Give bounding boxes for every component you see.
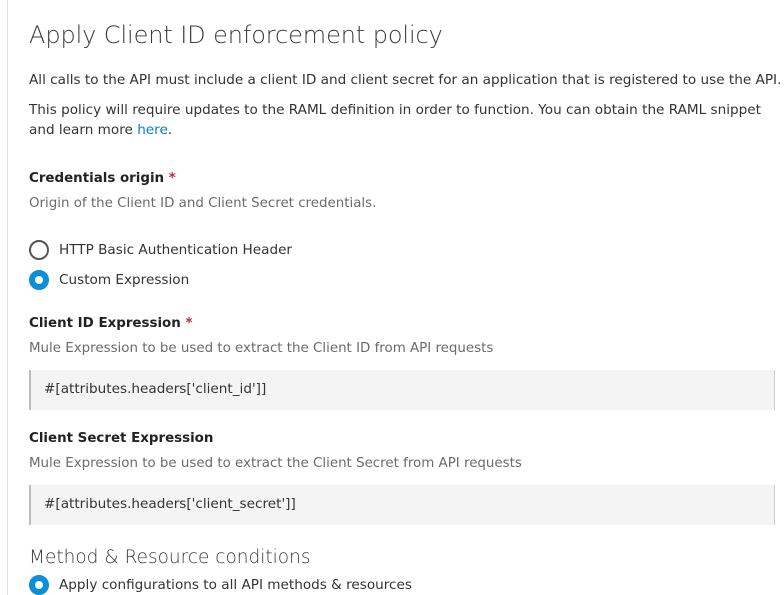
- raml-note-period: .: [167, 122, 173, 138]
- method-resource-conditions-title: Method & Resource conditions: [29, 547, 311, 568]
- policy-config-panel: Apply Client ID enforcement policy All c…: [0, 0, 784, 595]
- panel-left-border: [7, 0, 8, 595]
- client-id-expression-label-text: Client ID Expression: [29, 316, 181, 331]
- radio-unchecked-icon[interactable]: [29, 240, 49, 260]
- radio-http-basic-auth-label: HTTP Basic Authentication Header: [59, 242, 293, 258]
- required-indicator: *: [168, 171, 176, 186]
- radio-http-basic-auth[interactable]: HTTP Basic Authentication Header: [29, 240, 292, 260]
- radio-apply-all-methods-label: Apply configurations to all API methods …: [59, 577, 412, 593]
- credentials-origin-help: Origin of the Client ID and Client Secre…: [29, 196, 377, 211]
- radio-checked-icon[interactable]: [29, 575, 49, 595]
- page-title: Apply Client ID enforcement policy: [29, 21, 443, 49]
- radio-apply-all-methods[interactable]: Apply configurations to all API methods …: [29, 575, 412, 595]
- radio-custom-expression[interactable]: Custom Expression: [29, 270, 189, 290]
- raml-note: This policy will require updates to the …: [29, 100, 779, 140]
- client-id-expression-label: Client ID Expression *: [29, 316, 192, 331]
- client-id-expression-help: Mule Expression to be used to extract th…: [29, 341, 494, 356]
- client-secret-expression-label: Client Secret Expression: [29, 431, 214, 446]
- radio-checked-icon[interactable]: [29, 270, 49, 290]
- client-secret-expression-help: Mule Expression to be used to extract th…: [29, 456, 522, 471]
- client-secret-expression-input[interactable]: #[attributes.headers['client_secret']]: [29, 485, 775, 525]
- radio-custom-expression-label: Custom Expression: [59, 272, 190, 288]
- credentials-origin-label-text: Credentials origin: [29, 171, 165, 186]
- raml-snippet-link[interactable]: here: [137, 122, 168, 138]
- client-id-expression-input[interactable]: #[attributes.headers['client_id']]: [29, 370, 775, 410]
- required-indicator: *: [185, 316, 193, 331]
- policy-description: All calls to the API must include a clie…: [29, 72, 782, 88]
- credentials-origin-label: Credentials origin *: [29, 171, 176, 186]
